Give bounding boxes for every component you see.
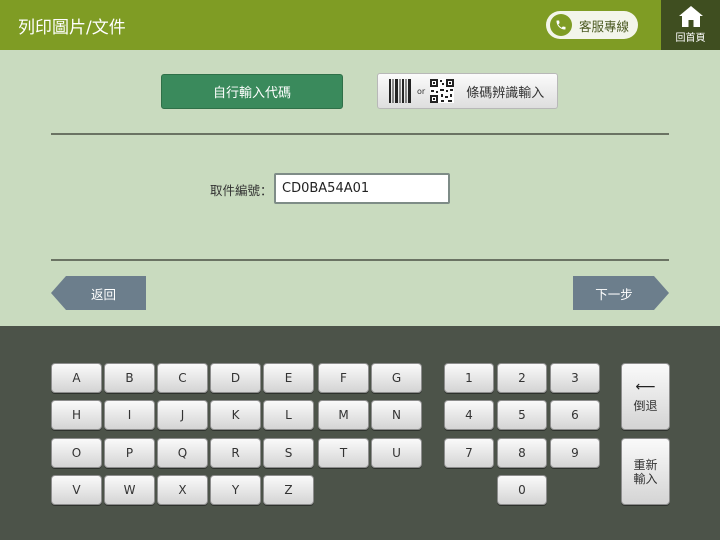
home-icon [678, 6, 703, 27]
barcode-input-label: 條碼辨識輸入 [466, 85, 545, 101]
back-button[interactable]: 返回 [51, 276, 146, 310]
key-m[interactable]: M [318, 400, 369, 430]
key-4[interactable]: 4 [444, 400, 494, 430]
divider [51, 133, 669, 135]
key-b[interactable]: B [104, 363, 155, 393]
next-button[interactable]: 下一步 [573, 276, 669, 310]
key-v[interactable]: V [51, 475, 102, 505]
key-r[interactable]: R [210, 438, 261, 468]
key-3[interactable]: 3 [550, 363, 600, 393]
key-c[interactable]: C [157, 363, 208, 393]
key-d[interactable]: D [210, 363, 261, 393]
barcode-icon [389, 79, 411, 103]
key-i[interactable]: I [104, 400, 155, 430]
reset-input-button[interactable]: 重新 輸入 [621, 438, 670, 505]
home-button[interactable]: 回首頁 [661, 0, 720, 50]
key-5[interactable]: 5 [497, 400, 547, 430]
backspace-button[interactable]: ⟵ 倒退 [621, 363, 670, 430]
reset-label-line1: 重新 [633, 457, 658, 472]
customer-hotline-button[interactable]: 客服專線 [546, 11, 638, 39]
key-k[interactable]: K [210, 400, 261, 430]
key-0[interactable]: 0 [497, 475, 547, 505]
key-j[interactable]: J [157, 400, 208, 430]
key-s[interactable]: S [263, 438, 314, 468]
key-9[interactable]: 9 [550, 438, 600, 468]
divider [51, 259, 669, 261]
key-h[interactable]: H [51, 400, 102, 430]
barcode-input-button[interactable]: or 條碼辨識輸入 [377, 73, 558, 109]
key-7[interactable]: 7 [444, 438, 494, 468]
manual-input-button[interactable]: 自行輸入代碼 [161, 74, 343, 109]
page-title: 列印圖片/文件 [18, 18, 126, 38]
key-8[interactable]: 8 [497, 438, 547, 468]
key-6[interactable]: 6 [550, 400, 600, 430]
key-n[interactable]: N [371, 400, 422, 430]
key-a[interactable]: A [51, 363, 102, 393]
backspace-label: 倒退 [633, 398, 658, 413]
qr-code-icon [430, 79, 455, 103]
key-y[interactable]: Y [210, 475, 261, 505]
on-screen-keyboard: A B C D E F G H I J K L M N O P Q R S T … [0, 326, 720, 540]
key-l[interactable]: L [263, 400, 314, 430]
key-2[interactable]: 2 [497, 363, 547, 393]
key-f[interactable]: F [318, 363, 369, 393]
pickup-code-input[interactable] [274, 173, 450, 204]
left-arrow-icon: ⟵ [635, 378, 656, 395]
phone-icon [550, 14, 572, 36]
key-z[interactable]: Z [263, 475, 314, 505]
reset-label-line2: 輸入 [633, 471, 658, 486]
top-bar: 列印圖片/文件 客服專線 回首頁 [0, 0, 720, 50]
home-label: 回首頁 [675, 33, 706, 44]
or-text: or [417, 86, 426, 96]
key-w[interactable]: W [104, 475, 155, 505]
key-e[interactable]: E [263, 363, 314, 393]
key-u[interactable]: U [371, 438, 422, 468]
key-p[interactable]: P [104, 438, 155, 468]
key-g[interactable]: G [371, 363, 422, 393]
pickup-code-label: 取件編號： [210, 183, 273, 198]
hotline-label: 客服專線 [579, 18, 630, 34]
key-q[interactable]: Q [157, 438, 208, 468]
key-1[interactable]: 1 [444, 363, 494, 393]
key-x[interactable]: X [157, 475, 208, 505]
key-o[interactable]: O [51, 438, 102, 468]
key-t[interactable]: T [318, 438, 369, 468]
